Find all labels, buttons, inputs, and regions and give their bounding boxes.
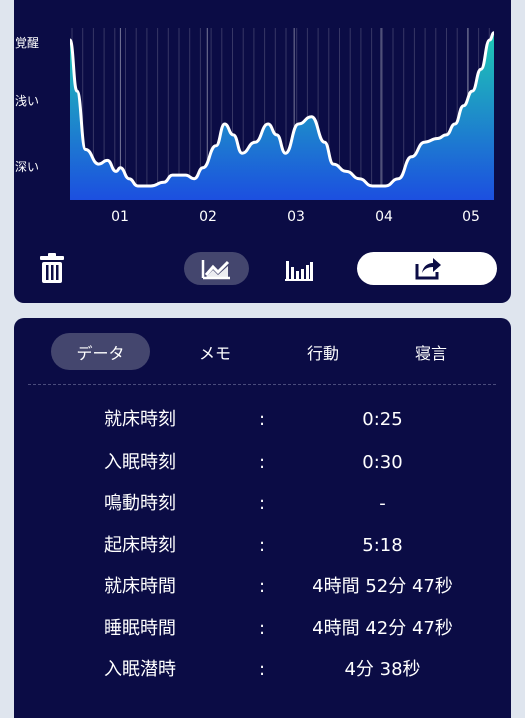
row-label-sleep-time: 睡眠時間 — [104, 618, 176, 639]
x-label-04: 04 — [375, 209, 393, 225]
tab-divider — [28, 384, 496, 385]
row-label-time-in-bed: 就床時間 — [104, 576, 176, 597]
row-label-bedtime: 就床時刻 — [104, 409, 176, 430]
row-colon: : — [258, 452, 266, 473]
y-label-awake: 覚醒 — [15, 36, 40, 50]
row-value-time-in-bed: 4時間 52分 47秒 — [312, 576, 453, 597]
x-label-03: 03 — [287, 209, 305, 225]
share-icon — [415, 258, 441, 280]
x-label-02: 02 — [199, 209, 217, 225]
row-value-alarm: - — [379, 493, 386, 514]
row-label-sleep-latency: 入眠潜時 — [104, 659, 176, 680]
row-label-alarm: 鳴動時刻 — [104, 493, 176, 514]
share-button[interactable] — [357, 252, 497, 285]
sleep-area — [70, 32, 494, 200]
x-label-05: 05 — [462, 209, 480, 225]
bar-chart-button[interactable] — [284, 257, 314, 281]
row-value-sleep-latency: 4分 38秒 — [344, 659, 421, 680]
row-label-sleep-onset: 入眠時刻 — [104, 452, 176, 473]
trash-icon — [40, 253, 64, 283]
row-value-wake: 5:18 — [362, 535, 403, 556]
tab-memo[interactable]: メモ — [185, 333, 245, 370]
row-colon: : — [258, 576, 266, 597]
row-colon: : — [258, 409, 266, 430]
row-label-wake: 起床時刻 — [104, 535, 176, 556]
row-colon: : — [258, 493, 266, 514]
row-colon: : — [258, 659, 266, 680]
y-label-light: 浅い — [15, 94, 40, 108]
row-value-sleep-time: 4時間 42分 47秒 — [312, 618, 453, 639]
bar-chart-icon — [285, 261, 313, 281]
line-chart-button[interactable] — [184, 252, 249, 285]
tab-sleep-talk[interactable]: 寝言 — [401, 333, 461, 370]
tab-behavior[interactable]: 行動 — [293, 333, 353, 370]
row-value-sleep-onset: 0:30 — [362, 452, 403, 473]
row-colon: : — [258, 618, 266, 639]
line-chart-icon — [201, 260, 230, 280]
row-colon: : — [258, 535, 266, 556]
sleep-depth-chart — [70, 28, 495, 200]
y-label-deep: 深い — [15, 160, 40, 174]
tab-data[interactable]: データ — [51, 333, 150, 370]
delete-button[interactable] — [38, 253, 66, 283]
row-value-bedtime: 0:25 — [362, 409, 403, 430]
x-label-01: 01 — [111, 209, 129, 225]
